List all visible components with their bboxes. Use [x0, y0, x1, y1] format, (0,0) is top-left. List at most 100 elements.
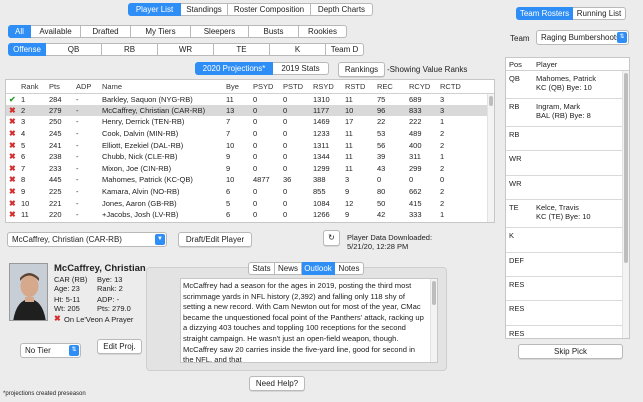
- col-player[interactable]: Player: [536, 60, 557, 69]
- player-pts: Pts: 279.0: [97, 304, 131, 313]
- table-row[interactable]: ✔ 1 284 - Barkley, Saquon (NYG-RB) 11 0 0 1310 11…: [6, 93, 494, 105]
- roster-row[interactable]: RES: [506, 277, 629, 302]
- table-row[interactable]: ✖ 8 445 - Mahomes, Patrick (KC-QB) 10 4877 36 38…: [6, 174, 494, 186]
- cell-psyd: 0: [253, 117, 258, 127]
- outlook-scrollbar[interactable]: [430, 279, 437, 362]
- roster-pos: RES: [509, 280, 525, 289]
- table-row[interactable]: ✖ 3 250 - Henry, Derrick (TEN-RB) 7 0 0 1469 17 22…: [6, 116, 494, 128]
- pos-qb[interactable]: QB: [46, 43, 102, 56]
- col-rctd[interactable]: RCTD: [437, 80, 494, 94]
- col-rsyd[interactable]: RSYD: [310, 80, 342, 94]
- table-row[interactable]: ✖ 10 221- Jones, Aaron (GB-RB) 5 0 0 1084 12 50 41…: [6, 197, 494, 209]
- outlook-scroll-thumb[interactable]: [432, 281, 436, 305]
- tier-select[interactable]: No Tier ⇅: [20, 343, 81, 358]
- col-pstd[interactable]: PSTD: [280, 80, 310, 94]
- tab-player-list[interactable]: Player List: [128, 3, 181, 16]
- col-name[interactable]: Name: [99, 80, 223, 94]
- roster-row[interactable]: QB Mahomes, Patrick KC (QB) Bye: 10: [506, 71, 629, 99]
- cell-pts: 233: [49, 163, 62, 173]
- cell-rsyd: 1310: [313, 94, 330, 104]
- pos-rb[interactable]: RB: [102, 43, 158, 56]
- roster-pos: TE: [509, 203, 519, 213]
- player-height: Ht: 5-11: [54, 295, 81, 304]
- tab-outlook[interactable]: Outlook: [302, 262, 335, 275]
- tab-stats[interactable]: Stats: [248, 262, 275, 275]
- x-icon: ✖: [9, 210, 16, 220]
- table-row[interactable]: ✖ 4 245 - Cook, Dalvin (MIN-RB) 7 0 0 1233 11 53 48…: [6, 128, 494, 140]
- col-adp[interactable]: ADP: [73, 80, 99, 94]
- pos-k[interactable]: K: [270, 43, 326, 56]
- cell-rank: 7: [21, 163, 26, 173]
- filter-my-tiers[interactable]: My Tiers: [131, 25, 191, 38]
- player-name: McCaffrey, Christian: [54, 263, 146, 274]
- filter-busts[interactable]: Busts: [249, 25, 299, 38]
- outlook-text-area[interactable]: McCaffrey had a season for the ages in 2…: [180, 278, 438, 363]
- x-icon: ✖: [9, 198, 16, 208]
- rankings-button[interactable]: Rankings: [338, 62, 385, 77]
- cell-rsyd: 388: [313, 175, 326, 185]
- cell-psyd: 0: [253, 187, 258, 197]
- table-row[interactable]: ✖ 5 241 - Elliott, Ezekiel (DAL-RB) 10 0 0 1311 1…: [6, 139, 494, 151]
- downloaded-label: Player Data Downloaded:: [347, 233, 433, 242]
- cell-rec: 43: [377, 163, 386, 173]
- filter-all[interactable]: All: [8, 25, 31, 38]
- player-select[interactable]: McCaffrey, Christian (CAR-RB) ▼: [7, 232, 167, 247]
- roster-row[interactable]: RB: [506, 127, 629, 152]
- col-rcyd[interactable]: RCYD: [406, 80, 437, 94]
- projection-tab-bar: 2020 Projections* 2019 Stats: [195, 62, 329, 75]
- roster-row[interactable]: DEF: [506, 253, 629, 277]
- filter-available[interactable]: Available: [31, 25, 81, 38]
- col-pts[interactable]: Pts: [46, 80, 73, 94]
- filter-rookies[interactable]: Rookies: [299, 25, 347, 38]
- draft-edit-button[interactable]: Draft/Edit Player: [178, 232, 252, 247]
- roster-row[interactable]: TE Kelce, Travis KC (TE) Bye: 10: [506, 200, 629, 229]
- col-pos[interactable]: Pos: [509, 60, 522, 69]
- roster-row[interactable]: RB Ingram, Mark BAL (RB) Bye: 8: [506, 99, 629, 127]
- tab-standings[interactable]: Standings: [181, 3, 228, 16]
- table-row[interactable]: ✖ 7 233 - Mixon, Joe (CIN-RB) 9 0 0 1299 11 43 299 2: [6, 163, 494, 175]
- table-row[interactable]: ✖ 9 225 - Kamara, Alvin (NO-RB) 6 0 0 855 9 80 662 2: [6, 186, 494, 198]
- roster-scrollbar[interactable]: [622, 71, 629, 338]
- table-row[interactable]: ✖ 2 279- McCaffrey, Christian (CAR-RB) 13 0 0 1…: [6, 104, 494, 117]
- refresh-button[interactable]: ↻: [323, 230, 340, 246]
- tab-notes[interactable]: Notes: [335, 262, 364, 275]
- roster-scroll-thumb[interactable]: [624, 73, 628, 263]
- tab-team-rosters[interactable]: Team Rosters: [516, 7, 573, 20]
- col-bye[interactable]: Bye: [223, 80, 250, 94]
- roster-row[interactable]: WR: [506, 151, 629, 176]
- table-row[interactable]: ✖ 6 238 - Chubb, Nick (CLE-RB) 9 0 0 1344 11 39 311…: [6, 151, 494, 163]
- table-scrollbar[interactable]: [487, 94, 494, 222]
- tab-running-list[interactable]: Running List: [573, 7, 626, 20]
- pos-offense[interactable]: Offense: [8, 43, 46, 56]
- filter-drafted[interactable]: Drafted: [81, 25, 131, 38]
- cell-bye: 10: [226, 175, 235, 185]
- table-scroll-thumb[interactable]: [489, 96, 493, 106]
- col-rank[interactable]: Rank: [18, 80, 46, 94]
- tab-2020-projections[interactable]: 2020 Projections*: [195, 62, 273, 75]
- edit-proj-button[interactable]: Edit Proj.: [97, 339, 142, 354]
- pos-te[interactable]: TE: [214, 43, 270, 56]
- pos-wr[interactable]: WR: [158, 43, 214, 56]
- player-bye: Bye: 13: [97, 275, 123, 284]
- roster-row[interactable]: WR: [506, 176, 629, 201]
- col-rstd[interactable]: RSTD: [342, 80, 374, 94]
- tab-news[interactable]: News: [275, 262, 302, 275]
- tab-roster-composition[interactable]: Roster Composition: [228, 3, 311, 16]
- table-row[interactable]: ✖ 11 220 - +Jacobs, Josh (LV-RB) 6 0 0 1266 9 42 33…: [6, 209, 494, 221]
- roster-row[interactable]: K: [506, 228, 629, 253]
- tab-depth-charts[interactable]: Depth Charts: [311, 3, 373, 16]
- team-select[interactable]: Raging Bumbershoots ⇅: [536, 30, 629, 45]
- roster-player-name: Kelce, Travis: [536, 203, 579, 213]
- tab-2019-stats[interactable]: 2019 Stats: [273, 62, 329, 75]
- position-tab-bar: Offense QB RB WR TE K Team D: [8, 43, 364, 56]
- roster-row[interactable]: RES: [506, 301, 629, 326]
- col-rec[interactable]: REC: [374, 80, 406, 94]
- roster-row[interactable]: RES: [506, 326, 629, 338]
- skip-pick-button[interactable]: Skip Pick: [518, 344, 623, 359]
- cell-rctd: 2: [440, 163, 445, 173]
- pos-team-d[interactable]: Team D: [326, 43, 364, 56]
- cell-rank: 6: [21, 152, 26, 162]
- filter-sleepers[interactable]: Sleepers: [191, 25, 249, 38]
- col-psyd[interactable]: PSYD: [250, 80, 280, 94]
- need-help-button[interactable]: Need Help?: [249, 376, 305, 391]
